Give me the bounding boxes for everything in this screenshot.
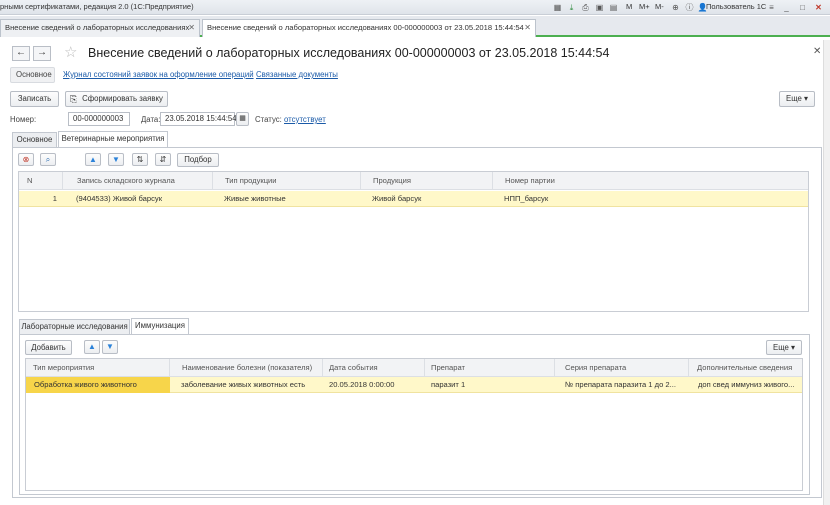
tab-vet-measures[interactable]: Ветеринарные мероприятия	[58, 131, 168, 148]
table-header: N Запись складского журнала Тип продукци…	[19, 172, 808, 190]
nav-main-active[interactable]: Основное	[10, 67, 55, 83]
app-title-bar: рными сертификатами, редакция 2.0 (1С:Пр…	[0, 0, 830, 15]
maximize-icon[interactable]: □	[797, 2, 808, 13]
close-tab-icon[interactable]: ✕	[524, 20, 531, 36]
tab-lab-research[interactable]: Лабораторные исследования	[19, 319, 130, 335]
menu-icon[interactable]: ≡	[766, 2, 777, 13]
cell-type: Обработка живого животного	[26, 377, 170, 393]
window-tabs-bar: Внесение сведений о лабораторных исследо…	[0, 16, 830, 37]
memory-plus-button[interactable]: M+	[639, 2, 650, 11]
number-label: Номер:	[10, 115, 37, 124]
table-header: Тип мероприятия Наименование болезни (по…	[26, 359, 802, 377]
cell-n: 1	[52, 194, 57, 203]
more-label: Еще	[773, 343, 789, 352]
app-title: рными сертификатами, редакция 2.0 (1С:Пр…	[0, 2, 194, 11]
window-tab-document[interactable]: Внесение сведений о лабораторных исследо…	[202, 19, 536, 37]
form-title: Внесение сведений о лабораторных исследо…	[88, 46, 610, 60]
col-header-extra[interactable]: Дополнительные сведения	[689, 359, 802, 377]
grid-icon[interactable]: ▦	[552, 2, 563, 13]
sort-desc-icon[interactable]: ⇵	[155, 153, 171, 166]
download-icon[interactable]: ⤓	[566, 2, 577, 13]
move-down-icon[interactable]: ▼	[108, 153, 124, 166]
cell-record: (9404533) Живой барсук	[76, 194, 163, 203]
nav-related-link[interactable]: Связанные документы	[256, 70, 338, 79]
zoom-icon[interactable]: ⊕	[670, 2, 681, 13]
col-header-disease[interactable]: Наименование болезни (показателя)	[170, 359, 323, 377]
col-header-date[interactable]: Дата события	[323, 359, 425, 377]
tab-immunization[interactable]: Иммунизация	[131, 318, 189, 335]
cell-series: № препарата паразита 1 до 2...	[565, 380, 676, 389]
status-label: Статус:	[255, 115, 282, 124]
close-window-icon[interactable]: ✕	[813, 2, 824, 13]
col-header-type[interactable]: Тип мероприятия	[26, 359, 170, 377]
tab-main[interactable]: Основное	[12, 132, 57, 148]
calendar-icon[interactable]: ▤	[608, 2, 619, 13]
date-label: Дата:	[141, 115, 161, 124]
cell-product-type: Живые животные	[224, 194, 286, 203]
more-button-bottom[interactable]: Еще ▾	[766, 340, 802, 355]
nav-journal-link[interactable]: Журнал состояний заявок на оформление оп…	[63, 70, 254, 79]
nav-main-label: Основное	[16, 70, 52, 79]
more-label: Еще	[786, 94, 802, 103]
col-header-product[interactable]: Продукция	[361, 172, 493, 190]
col-header-record[interactable]: Запись складского журнала	[63, 172, 213, 190]
select-button[interactable]: Подбор	[177, 153, 219, 167]
cell-extra: доп свед иммуниз живого...	[698, 380, 795, 389]
window-tab-lab-list[interactable]: Внесение сведений о лабораторных исследо…	[0, 19, 200, 37]
table-row[interactable]: Обработка живого животного заболевание ж…	[26, 377, 802, 393]
cell-disease: заболевание живых животных есть	[181, 380, 306, 389]
cell-batch: НПП_барсук	[504, 194, 549, 203]
document-icon: ⎘	[70, 94, 78, 104]
back-button[interactable]: ←	[12, 46, 30, 61]
move-up-icon[interactable]: ▲	[85, 153, 101, 166]
find-icon[interactable]: ⌕	[40, 153, 56, 166]
col-header-batch[interactable]: Номер партии	[493, 172, 808, 190]
create-request-button[interactable]: ⎘ Сформировать заявку	[65, 91, 168, 107]
calendar-picker-icon[interactable]: ▦	[236, 112, 249, 126]
move-down-icon[interactable]: ▼	[102, 340, 118, 354]
memory-button[interactable]: M	[626, 2, 632, 11]
delete-icon[interactable]: ⊗	[18, 153, 34, 166]
table-row[interactable]: 1 (9404533) Живой барсук Живые животные …	[19, 191, 808, 207]
create-request-label: Сформировать заявку	[82, 94, 163, 103]
col-header-n[interactable]: N	[19, 172, 63, 190]
status-link[interactable]: отсутствует	[284, 115, 326, 124]
move-up-icon[interactable]: ▲	[84, 340, 100, 354]
save-icon[interactable]: ▣	[594, 2, 605, 13]
close-form-icon[interactable]: ✕	[813, 46, 821, 57]
sort-asc-icon[interactable]: ⇅	[132, 153, 148, 166]
more-button[interactable]: Еще ▾	[779, 91, 815, 107]
memory-minus-button[interactable]: M-	[655, 2, 664, 11]
user-name[interactable]: Пользователь 1С	[706, 2, 766, 11]
forward-button[interactable]: →	[33, 46, 51, 61]
printer-icon[interactable]: ⎙	[580, 2, 591, 13]
add-button[interactable]: Добавить	[25, 340, 72, 355]
star-icon[interactable]: ☆	[64, 43, 77, 61]
products-table: N Запись складского журнала Тип продукци…	[18, 171, 809, 312]
immunization-table: Тип мероприятия Наименование болезни (по…	[25, 358, 803, 491]
cell-drug: паразит 1	[431, 380, 466, 389]
col-header-series[interactable]: Серия препарата	[555, 359, 689, 377]
cell-product: Живой барсук	[372, 194, 422, 203]
col-header-drug[interactable]: Препарат	[425, 359, 555, 377]
date-field[interactable]: 23.05.2018 15:44:54	[160, 112, 237, 126]
save-button[interactable]: Записать	[10, 91, 59, 107]
col-header-product-type[interactable]: Тип продукции	[213, 172, 361, 190]
info-icon[interactable]: ⓘ	[684, 2, 695, 13]
number-field[interactable]: 00-000000003	[68, 112, 130, 126]
window-tab-label: Внесение сведений о лабораторных исследо…	[5, 23, 190, 32]
form-scrollbar[interactable]	[823, 40, 830, 505]
window-tab-label: Внесение сведений о лабораторных исследо…	[207, 23, 524, 32]
cell-date: 20.05.2018 0:00:00	[329, 380, 395, 389]
close-tab-icon[interactable]: ✕	[188, 20, 195, 36]
minimize-icon[interactable]: _	[781, 2, 792, 13]
